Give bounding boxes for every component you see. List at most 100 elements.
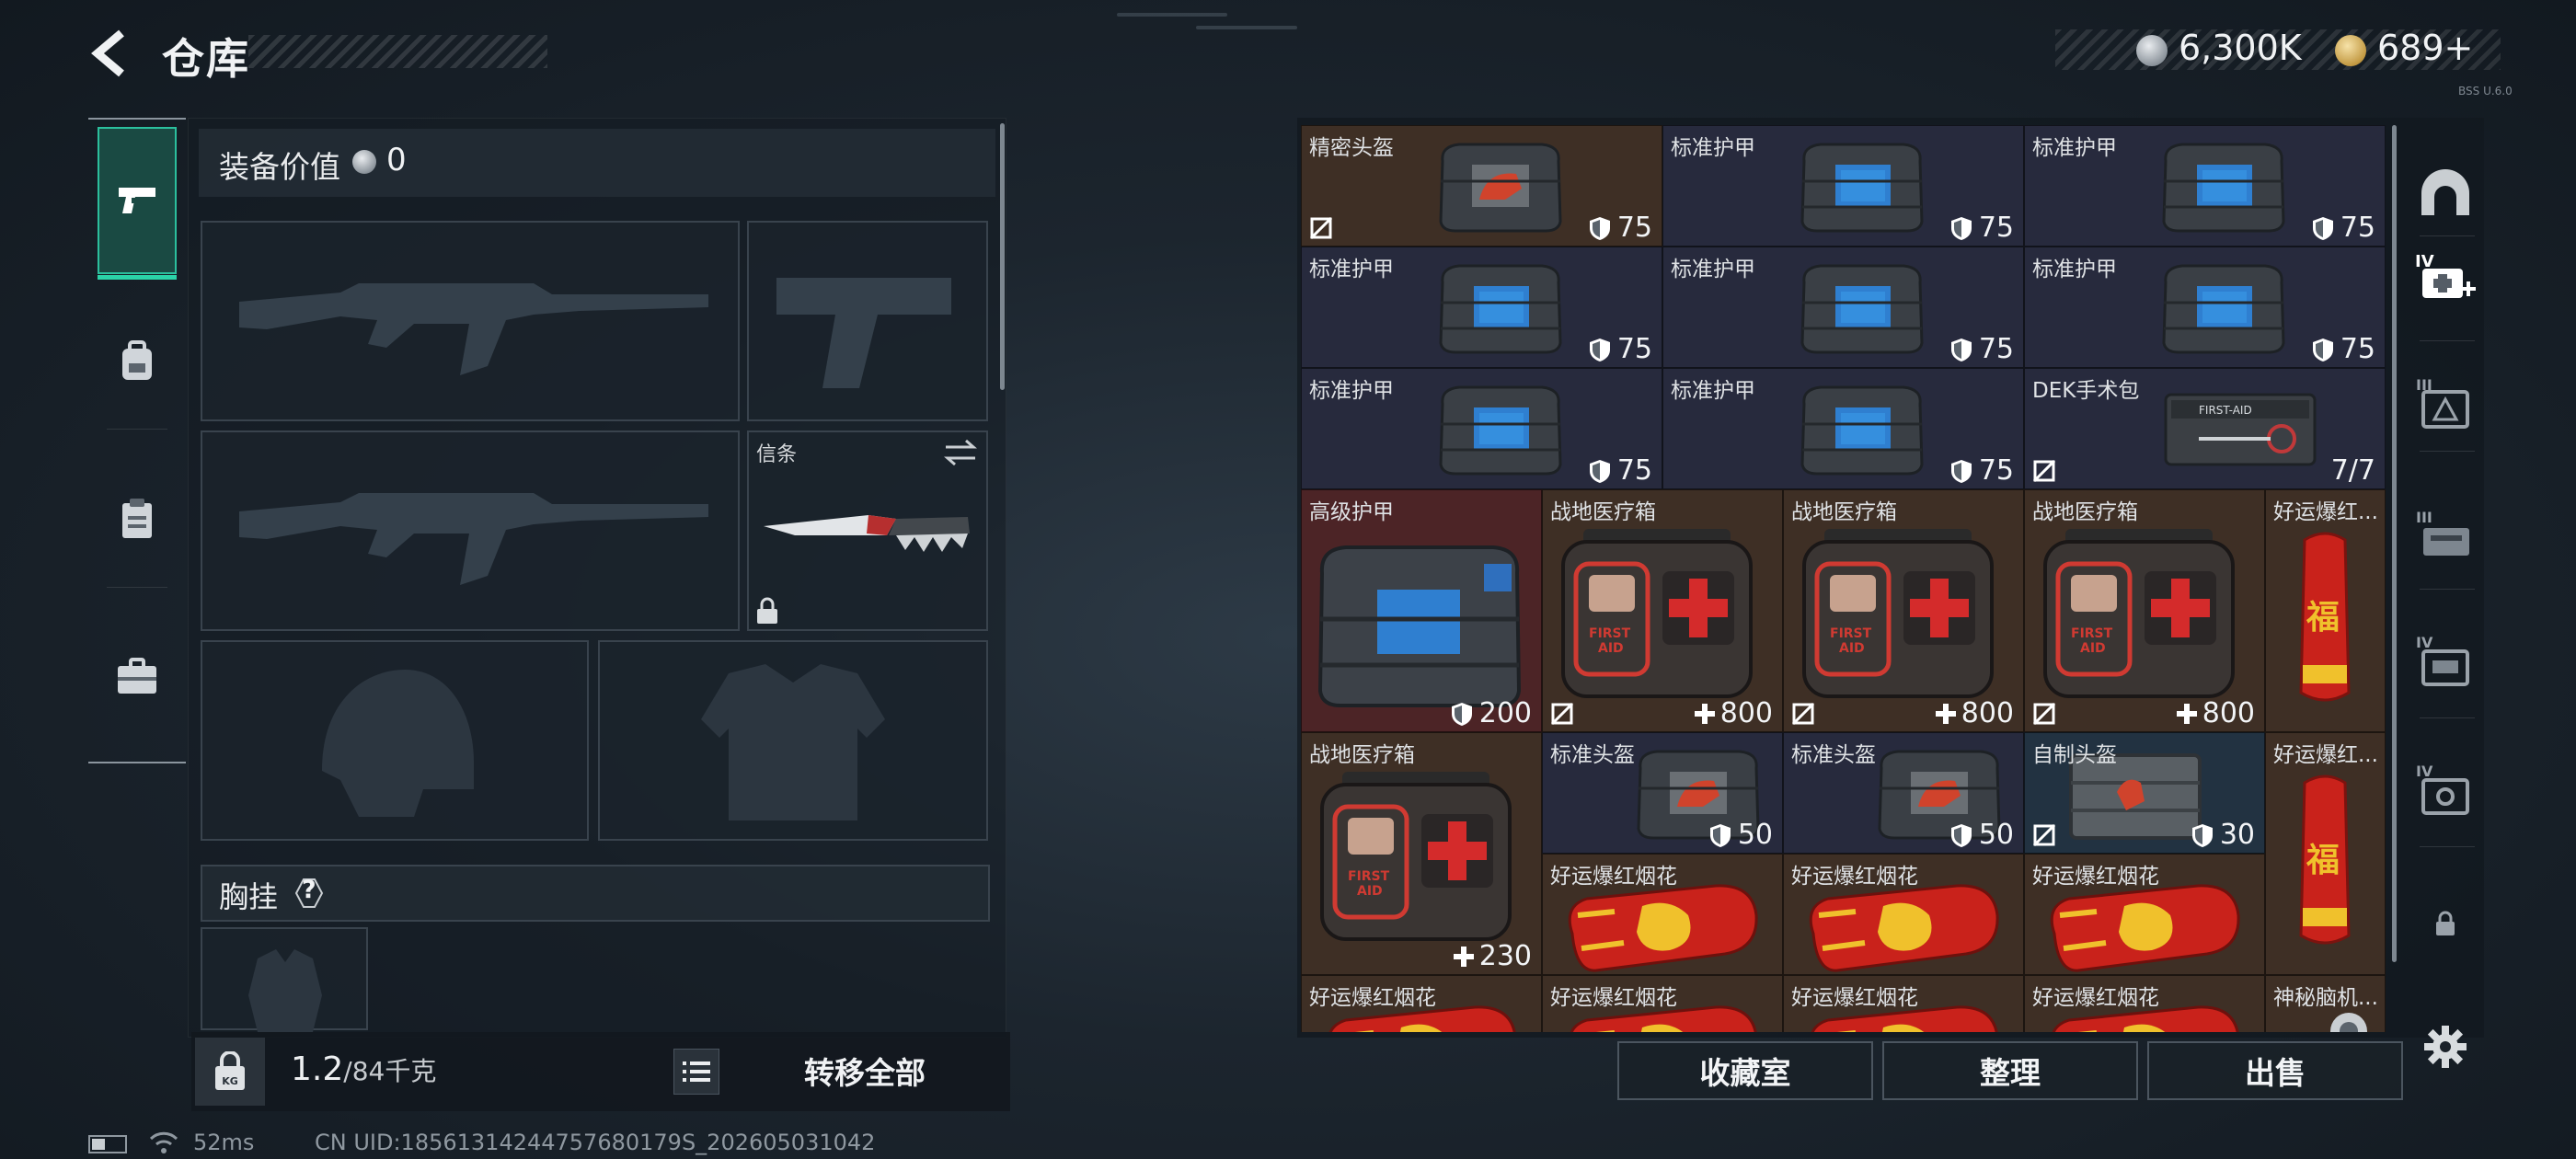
stash-item[interactable]: 好运爆红烟花 bbox=[2024, 854, 2265, 975]
stash-item[interactable]: 标准头盔 50 bbox=[1783, 732, 2024, 854]
stash-item[interactable]: 高级护甲 200 bbox=[1301, 489, 1542, 732]
stash-item-name: 精密头盔 bbox=[1309, 136, 1394, 160]
chest-rig-slot[interactable] bbox=[201, 927, 368, 1032]
stash-item-name: 好运爆红烟花 bbox=[1791, 986, 1918, 1010]
stash-item[interactable]: FIRST AID 战地医疗箱 230 bbox=[1301, 732, 1542, 975]
heal-plus-icon bbox=[1935, 703, 1956, 724]
stash-item[interactable]: 好运爆红烟花 bbox=[1542, 975, 1783, 1032]
stash-item[interactable]: 标准护甲 75 bbox=[2024, 247, 2386, 368]
primary-weapon-slot-1[interactable] bbox=[201, 221, 740, 421]
stash-item[interactable]: 标准护甲 75 bbox=[1662, 247, 2024, 368]
briefcase-icon bbox=[118, 658, 156, 694]
side-tab-case-stack[interactable]: III bbox=[2410, 500, 2480, 570]
primary-weapon-slot-2[interactable] bbox=[201, 430, 740, 631]
case-folder-icon: IV bbox=[2416, 634, 2469, 686]
sell-button[interactable]: 出售 bbox=[2147, 1041, 2403, 1100]
stash-item[interactable]: 好运爆红烟花 bbox=[1783, 975, 2024, 1032]
stash-item[interactable]: 福 好运爆红... bbox=[2265, 732, 2386, 975]
stash-item-name: 标准护甲 bbox=[1671, 136, 1755, 160]
stash-item-name: 标准护甲 bbox=[1309, 258, 1394, 281]
side-tab-medkit[interactable]: IV bbox=[2410, 243, 2480, 313]
stash-item-name: 标准头盔 bbox=[1791, 743, 1876, 767]
stash-item-name: 好运爆红... bbox=[2273, 743, 2378, 767]
chest-rig-help[interactable]: ? bbox=[302, 876, 316, 904]
stash-item-name: 战地医疗箱 bbox=[1309, 743, 1415, 767]
nav-tab-weapons[interactable] bbox=[98, 127, 177, 280]
premium-balance[interactable]: 689+ bbox=[2377, 28, 2473, 68]
side-tab-case-gear[interactable]: IV bbox=[2410, 754, 2480, 824]
stash-item-value: 75 bbox=[1949, 212, 2014, 244]
stash-item[interactable]: 好运爆红烟花 bbox=[1542, 854, 1783, 975]
stash-item[interactable]: 好运爆红烟花 bbox=[1783, 854, 2024, 975]
stash-item[interactable]: 标准护甲 75 bbox=[1301, 247, 1662, 368]
nav-tab-bag[interactable] bbox=[98, 322, 177, 401]
stash-item-name: 战地医疗箱 bbox=[1550, 500, 1656, 524]
shield-icon bbox=[1950, 338, 1972, 361]
stash-item-value: 75 bbox=[1949, 333, 2014, 365]
backpack-icon bbox=[122, 340, 152, 380]
svg-text:IV: IV bbox=[2415, 252, 2434, 271]
stash-item[interactable]: FIRST AID 战地医疗箱 800 bbox=[1783, 489, 2024, 732]
melee-slot[interactable]: 信条 bbox=[747, 430, 988, 631]
stash-item[interactable]: 好运爆红烟花 bbox=[1301, 975, 1542, 1032]
shield-icon bbox=[1950, 216, 1972, 240]
case-gear-icon: IV bbox=[2416, 763, 2469, 815]
stash-item[interactable]: 精密头盔 75 bbox=[1301, 125, 1662, 247]
helmet-silhouette-icon bbox=[322, 670, 474, 817]
side-tab-locked[interactable] bbox=[2410, 889, 2480, 958]
loadout-scrollbar[interactable] bbox=[1000, 123, 1005, 390]
armor-slot[interactable] bbox=[598, 640, 988, 841]
stash-item-value: 800 bbox=[1935, 697, 2014, 729]
stash-item[interactable]: 标准护甲 75 bbox=[1662, 125, 2024, 247]
side-separator bbox=[2420, 846, 2475, 847]
stash-item-name: 好运爆红烟花 bbox=[1309, 986, 1436, 1010]
collection-room-button[interactable]: 收藏室 bbox=[1617, 1041, 1873, 1100]
secondary-weapon-slot[interactable] bbox=[747, 221, 988, 421]
nav-tab-case[interactable] bbox=[98, 637, 177, 716]
organize-button[interactable]: 整理 bbox=[1882, 1041, 2138, 1100]
stash-item-value: 800 bbox=[2176, 697, 2255, 729]
nav-separator bbox=[107, 587, 167, 588]
stash-item[interactable]: 福 好运爆红... bbox=[2265, 489, 2386, 732]
stash-item[interactable]: 神秘脑机... bbox=[2265, 975, 2386, 1032]
side-separator bbox=[2420, 589, 2475, 590]
swap-icon[interactable] bbox=[942, 438, 979, 467]
stash-item-value: 75 bbox=[1588, 454, 1652, 487]
back-arrow-icon[interactable] bbox=[85, 28, 136, 79]
coin-icon bbox=[2136, 35, 2168, 66]
stash-scrollbar[interactable] bbox=[2392, 125, 2397, 962]
side-tab-case-folder[interactable]: IV bbox=[2410, 625, 2480, 695]
clipboard-icon bbox=[122, 499, 152, 538]
pistol-silhouette-icon bbox=[776, 278, 951, 388]
side-separator bbox=[2420, 340, 2475, 341]
svg-text:FIRST-AID: FIRST-AID bbox=[2199, 404, 2252, 417]
settings-gear-icon bbox=[2424, 1026, 2467, 1068]
svg-text:III: III bbox=[2416, 509, 2432, 526]
stash-item[interactable]: FIRST AID 战地医疗箱 800 bbox=[1542, 489, 1783, 732]
stash-item[interactable]: FIRST-AID DEK手术包 7/7 bbox=[2024, 368, 2386, 489]
side-tab-case-triangle[interactable]: III bbox=[2410, 368, 2480, 438]
nav-tab-clipboard[interactable] bbox=[98, 478, 177, 557]
kg-lock-icon: KG bbox=[195, 1038, 265, 1106]
helmet-slot[interactable] bbox=[201, 640, 589, 841]
stash-item[interactable]: 标准护甲 75 bbox=[1662, 368, 2024, 489]
stash-item-name: 标准护甲 bbox=[1671, 258, 1755, 281]
stash-item[interactable]: 自制头盔 30 bbox=[2024, 732, 2265, 854]
side-tab-dome[interactable] bbox=[2410, 156, 2480, 226]
stash-item[interactable]: FIRST AID 战地医疗箱 800 bbox=[2024, 489, 2265, 732]
stash-item-name: 好运爆红烟花 bbox=[1791, 865, 1918, 889]
list-view-button[interactable] bbox=[673, 1049, 719, 1095]
stash-item[interactable]: 标准护甲 75 bbox=[2024, 125, 2386, 247]
stash-item[interactable]: 好运爆红烟花 bbox=[2024, 975, 2265, 1032]
case-triangle-icon: III bbox=[2416, 376, 2469, 429]
settings-button[interactable] bbox=[2410, 1012, 2480, 1082]
transfer-all-button[interactable]: 转移全部 bbox=[736, 1038, 994, 1104]
no-transfer-icon bbox=[1791, 702, 1815, 726]
stash-item-name: 战地医疗箱 bbox=[2032, 500, 2138, 524]
stash-item-value: 200 bbox=[1450, 697, 1532, 729]
carry-weight: 1.2/84千克 bbox=[291, 1050, 437, 1088]
stash-item[interactable]: 标准护甲 75 bbox=[1301, 368, 1662, 489]
side-separator bbox=[2420, 717, 2475, 718]
gear-value-label: 装备价值 bbox=[219, 149, 340, 185]
stash-item[interactable]: 标准头盔 50 bbox=[1542, 732, 1783, 854]
